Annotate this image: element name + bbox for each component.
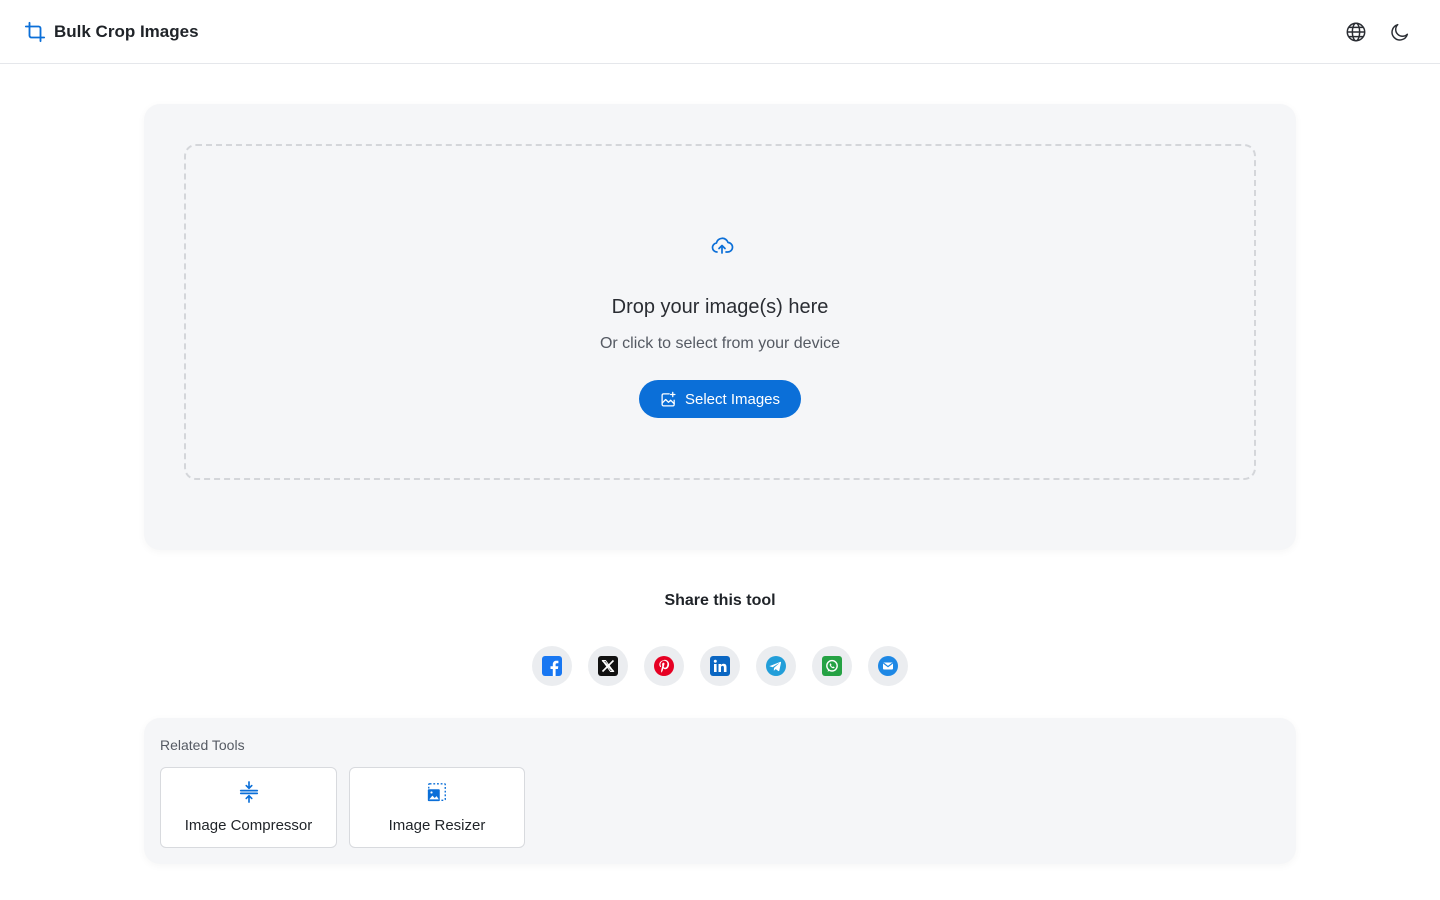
top-header: Bulk Crop Images xyxy=(0,0,1440,64)
share-whatsapp-button[interactable] xyxy=(812,646,852,686)
language-button[interactable] xyxy=(1342,18,1370,46)
tool-card-image-resizer[interactable]: Image Resizer xyxy=(349,767,525,848)
share-linkedin-button[interactable] xyxy=(700,646,740,686)
tool-card-image-compressor[interactable]: Image Compressor xyxy=(160,767,337,848)
compress-icon xyxy=(238,781,260,803)
share-facebook-button[interactable] xyxy=(532,646,572,686)
dropzone-title: Drop your image(s) here xyxy=(611,296,829,318)
app-title: Bulk Crop Images xyxy=(54,22,199,41)
linkedin-icon xyxy=(710,656,730,676)
share-title: Share this tool xyxy=(664,592,776,609)
share-x-button[interactable] xyxy=(588,646,628,686)
pinterest-icon xyxy=(654,656,674,676)
facebook-icon xyxy=(542,656,562,676)
share-pinterest-button[interactable] xyxy=(644,646,684,686)
resize-icon xyxy=(426,781,448,803)
telegram-icon xyxy=(766,656,786,676)
image-add-icon xyxy=(660,391,677,408)
share-telegram-button[interactable] xyxy=(756,646,796,686)
image-dropzone[interactable]: Drop your image(s) here Or click to sele… xyxy=(184,144,1256,480)
tool-label: Image Compressor xyxy=(184,817,313,834)
upload-panel: Drop your image(s) here Or click to sele… xyxy=(144,104,1296,550)
related-tools-panel: Related Tools Image Compressor Image Res… xyxy=(144,718,1296,864)
dropzone-subtitle: Or click to select from your device xyxy=(599,335,841,352)
moon-icon xyxy=(1389,21,1411,43)
related-tools-title: Related Tools xyxy=(160,737,245,753)
tool-label: Image Resizer xyxy=(388,817,486,834)
globe-icon xyxy=(1345,21,1367,43)
select-images-label: Select Images xyxy=(684,390,781,408)
share-email-button[interactable] xyxy=(868,646,908,686)
whatsapp-icon xyxy=(822,656,842,676)
email-icon xyxy=(878,656,898,676)
cloud-upload-icon xyxy=(710,234,734,258)
crop-icon xyxy=(24,21,46,43)
theme-toggle-button[interactable] xyxy=(1386,18,1414,46)
select-images-button[interactable]: Select Images xyxy=(639,380,801,418)
x-icon xyxy=(598,656,618,676)
brand-link[interactable]: Bulk Crop Images xyxy=(24,20,199,44)
share-buttons xyxy=(532,646,908,686)
